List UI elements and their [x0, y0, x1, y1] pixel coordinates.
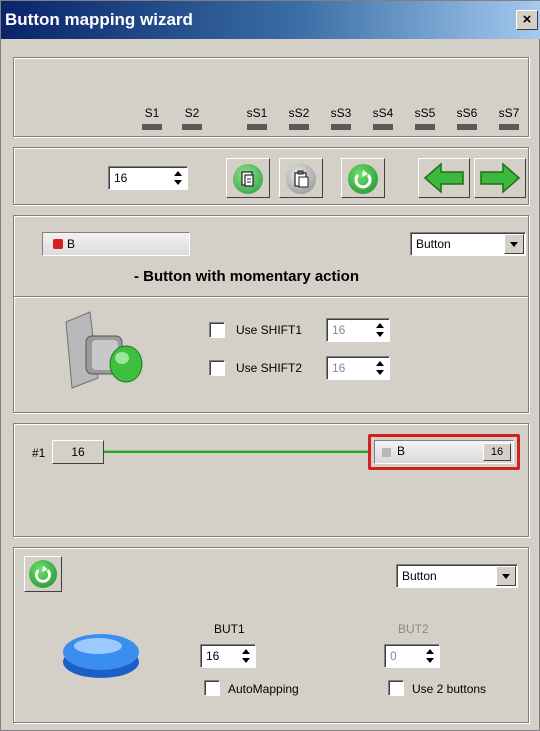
arrow-left-icon	[423, 162, 464, 194]
button-description: - Button with momentary action	[134, 268, 359, 285]
refresh-icon	[348, 164, 378, 194]
mapping-input-button[interactable]: 16	[52, 440, 104, 464]
chevron-down-icon[interactable]	[504, 234, 524, 254]
spinner-arrows[interactable]	[174, 169, 184, 187]
use-2-buttons-checkbox[interactable]	[388, 680, 404, 696]
divider	[14, 296, 528, 297]
close-button[interactable]: ×	[516, 10, 538, 30]
shift-label-ss6: sS6	[456, 106, 478, 120]
use-shift2-checkbox[interactable]	[209, 360, 225, 376]
toolbar-panel: 16	[13, 147, 529, 205]
shift-label-ss7: sS7	[498, 106, 520, 120]
use-shift1-checkbox[interactable]	[209, 322, 225, 338]
shift-label-s2: S2	[184, 106, 200, 120]
mapping-line	[104, 450, 370, 453]
mapping-target-name: B	[397, 444, 406, 458]
automapping-checkbox[interactable]	[204, 680, 220, 696]
shift-indicator-ss2	[289, 124, 309, 130]
mapping-index: #1	[32, 446, 46, 460]
use-shift2-label: Use SHIFT2	[236, 361, 303, 375]
button-config-panel: B Button - Button with momentary action …	[13, 215, 529, 413]
bottom-type-value: Button	[402, 569, 437, 583]
use-2-buttons-label: Use 2 buttons	[412, 682, 487, 696]
mapping-target-count[interactable]: 16	[483, 443, 511, 461]
shift-indicator-s1	[142, 124, 162, 130]
close-icon: ×	[522, 11, 532, 28]
spinner-arrows[interactable]	[376, 321, 386, 339]
next-button[interactable]	[474, 158, 526, 198]
shift1-spinner[interactable]: 16	[326, 318, 390, 342]
button-index-value: 16	[114, 171, 128, 185]
title-bar[interactable]: Button mapping wizard ×	[1, 1, 540, 39]
status-dot-icon	[382, 448, 391, 457]
button-name-field[interactable]: B	[42, 232, 190, 256]
shift-indicator-ss7	[499, 124, 519, 130]
automapping-label: AutoMapping	[228, 682, 299, 696]
button-name: B	[67, 237, 76, 251]
button-type-value: Button	[416, 237, 451, 251]
status-dot-icon	[53, 239, 63, 249]
shift-label-s1: S1	[144, 106, 160, 120]
pushbutton-image	[65, 311, 143, 389]
copy-icon	[233, 164, 263, 194]
shift-indicator-ss1	[247, 124, 267, 130]
shift-label-ss1: sS1	[246, 106, 268, 120]
paste-icon	[286, 164, 316, 194]
shift2-spinner[interactable]: 16	[326, 356, 390, 380]
shift-indicator-ss6	[457, 124, 477, 130]
wizard-window: Button mapping wizard × S1 S2 sS1 sS2 sS…	[0, 0, 540, 731]
window-title: Button mapping wizard	[5, 10, 193, 29]
copy-button[interactable]	[226, 158, 270, 198]
shift-indicator-ss3	[331, 124, 351, 130]
paste-button[interactable]	[279, 158, 323, 198]
bottom-panel: Button BUT1 16 AutoMapping BUT2 0 Use 2 …	[13, 547, 529, 723]
spinner-arrows[interactable]	[242, 647, 252, 665]
refresh-icon	[29, 560, 57, 588]
chevron-down-icon[interactable]	[496, 566, 516, 586]
shift-label-ss3: sS3	[330, 106, 352, 120]
mapping-input-value: 16	[71, 445, 85, 459]
button-index-spinner[interactable]: 16	[108, 166, 188, 190]
but1-spinner[interactable]: 16	[200, 644, 256, 668]
but2-spinner[interactable]: 0	[384, 644, 440, 668]
but1-label: BUT1	[214, 622, 245, 636]
shift-label-ss4: sS4	[372, 106, 394, 120]
but2-value: 0	[390, 649, 397, 663]
previous-button[interactable]	[418, 158, 470, 198]
shift-label-ss2: sS2	[288, 106, 310, 120]
bottom-type-select[interactable]: Button	[396, 564, 518, 588]
arrow-right-icon	[480, 162, 521, 194]
shift-indicator-panel: S1 S2 sS1 sS2 sS3 sS4 sS5 sS6 sS7	[13, 57, 529, 137]
but2-label: BUT2	[398, 622, 429, 636]
blue-button-image	[63, 634, 139, 678]
mapping-target-field[interactable]: B 16	[374, 440, 514, 464]
shift1-value: 16	[332, 323, 346, 337]
shift-indicator-ss4	[373, 124, 393, 130]
bottom-refresh-button[interactable]	[24, 556, 62, 592]
mapping-panel: #1 16 B 16	[13, 423, 529, 537]
shift-label-ss5: sS5	[414, 106, 436, 120]
refresh-button[interactable]	[341, 158, 385, 198]
shift2-value: 16	[332, 361, 346, 375]
spinner-arrows[interactable]	[426, 647, 436, 665]
mapping-target-value: 16	[490, 446, 504, 458]
spinner-arrows[interactable]	[376, 359, 386, 377]
shift-indicator-s2	[182, 124, 202, 130]
shift-indicator-ss5	[415, 124, 435, 130]
use-shift1-label: Use SHIFT1	[236, 323, 303, 337]
mapping-target-highlight[interactable]: B 16	[368, 434, 520, 470]
button-type-select[interactable]: Button	[410, 232, 526, 256]
but1-value: 16	[206, 649, 220, 663]
